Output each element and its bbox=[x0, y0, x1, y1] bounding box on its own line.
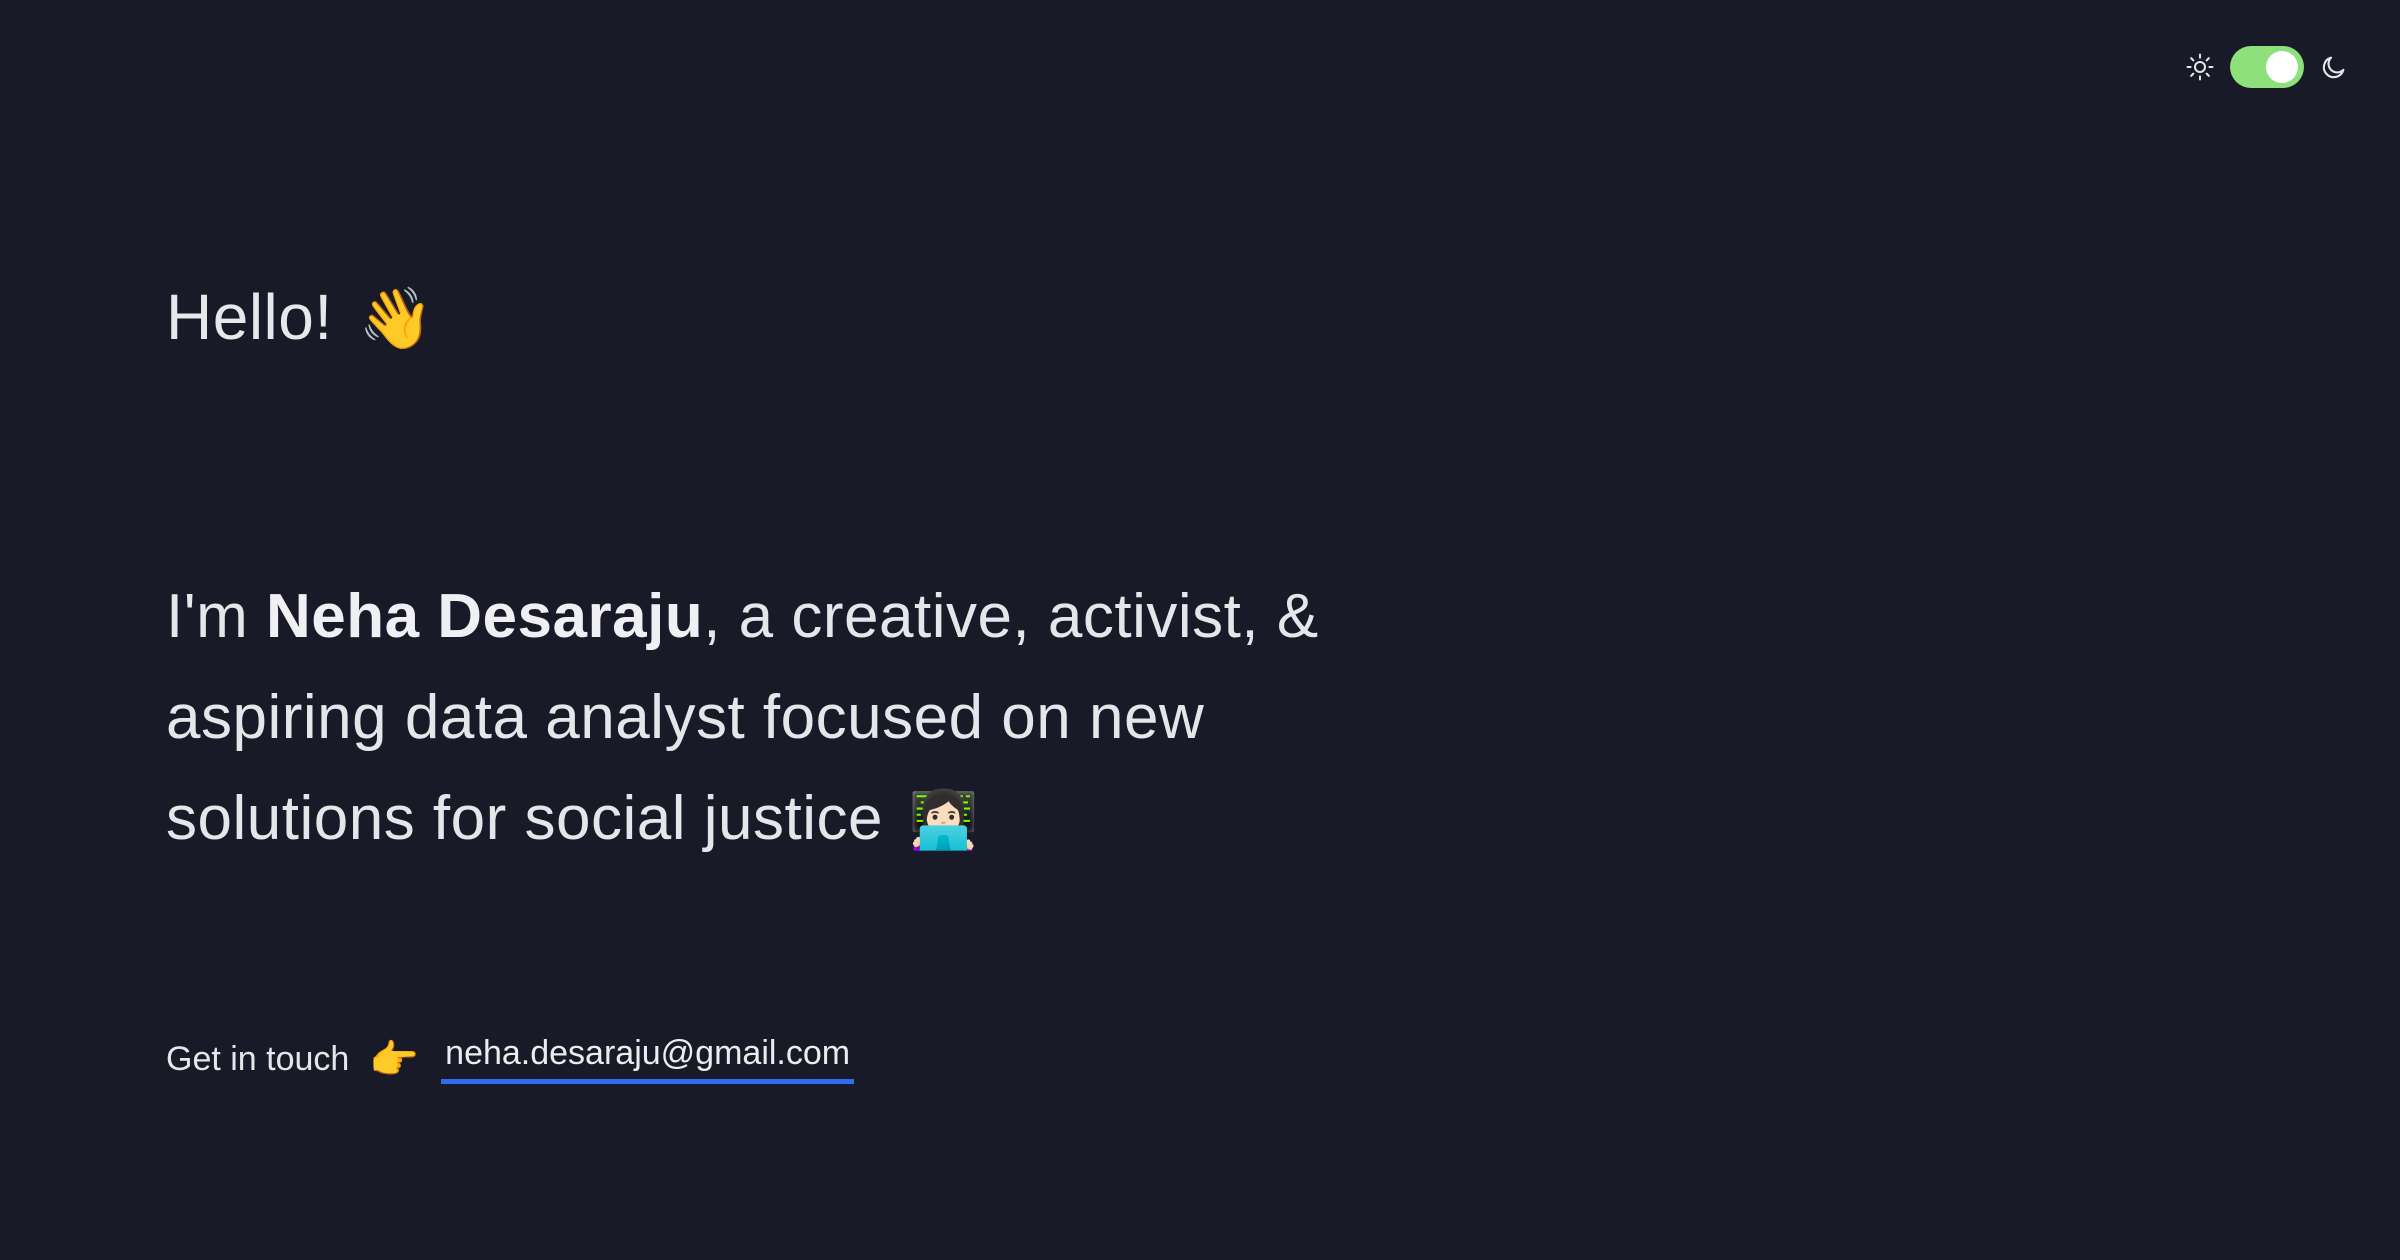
intro-paragraph: I'm Neha Desaraju, a creative, activist,… bbox=[166, 566, 1366, 870]
technologist-icon: 👩🏻‍💻 bbox=[908, 788, 979, 851]
contact-line: Get in touch 👉 neha.desaraju@gmail.com bbox=[166, 1034, 855, 1084]
theme-toggle bbox=[2184, 46, 2350, 88]
greeting-heading: Hello! 👋 bbox=[166, 280, 434, 354]
author-name: Neha Desaraju bbox=[265, 582, 704, 651]
pointing-hand-icon: 👉 bbox=[369, 1037, 420, 1082]
moon-icon bbox=[2318, 51, 2350, 83]
greeting-text: Hello! bbox=[166, 281, 333, 353]
intro-prefix: I'm bbox=[166, 582, 266, 651]
contact-label: Get in touch bbox=[166, 1039, 350, 1078]
sun-icon bbox=[2184, 51, 2216, 83]
switch-knob bbox=[2266, 51, 2298, 83]
email-link[interactable]: neha.desaraju@gmail.com bbox=[441, 1034, 855, 1084]
dark-mode-switch[interactable] bbox=[2230, 46, 2304, 88]
waving-hand-icon: 👋 bbox=[358, 285, 434, 352]
